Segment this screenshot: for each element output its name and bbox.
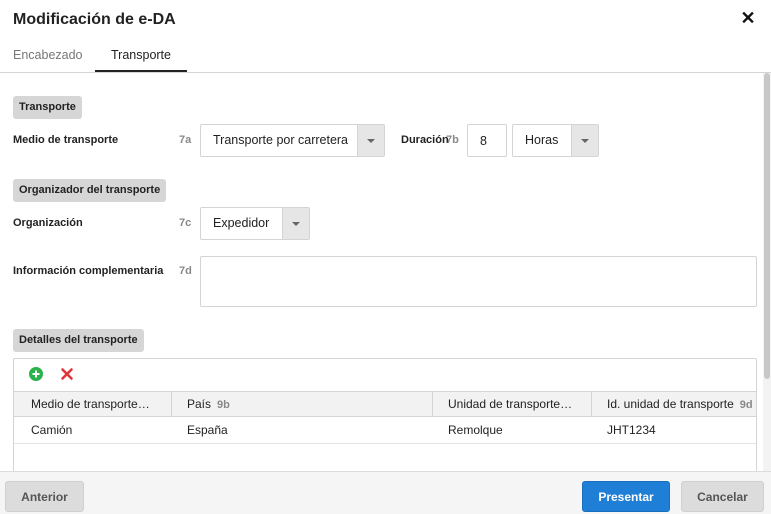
cell-id-unidad: JHT1234 [607, 423, 656, 437]
table-row[interactable]: Camión España Remolque JHT1234 [14, 417, 756, 444]
organizacion-label: Organización [13, 217, 83, 229]
duracion-input[interactable] [467, 124, 507, 157]
duracion-unit-dropdown-button[interactable] [571, 125, 598, 156]
organizacion-select[interactable]: Expedidor [200, 207, 310, 240]
medio-transporte-code: 7a [179, 134, 192, 146]
column-separator[interactable] [171, 392, 172, 416]
cell-medio: Camión [31, 423, 73, 437]
tab-encabezado[interactable]: Encabezado [0, 40, 99, 72]
organizacion-code: 7c [179, 217, 192, 229]
anterior-button[interactable]: Anterior [5, 481, 84, 512]
caret-down-icon [367, 139, 375, 143]
duracion-code: 7b [446, 134, 459, 146]
cell-unidad: Remolque [448, 423, 503, 437]
edit-eda-dialog: Modificación de e-DA ✕ Encabezado Transp… [0, 0, 771, 514]
info-complementaria-textarea[interactable] [200, 256, 757, 307]
dialog-title: Modificación de e-DA [13, 11, 176, 28]
dialog-content: Transporte Medio de transporte 7a Transp… [0, 73, 771, 471]
presentar-button[interactable]: Presentar [582, 481, 670, 512]
section-detalles: Detalles del transporte [13, 329, 144, 352]
cell-pais: España [187, 423, 228, 437]
caret-down-icon [292, 222, 300, 226]
caret-down-icon [581, 139, 589, 143]
duracion-unit-value: Horas [525, 133, 559, 147]
add-icon[interactable] [29, 367, 43, 381]
scrollbar-thumb[interactable] [764, 73, 770, 379]
medio-transporte-select[interactable]: Transporte por carretera [200, 124, 385, 157]
cancelar-button[interactable]: Cancelar [681, 481, 764, 512]
delete-icon[interactable] [60, 367, 74, 381]
grid-header: Medio de transporte… País 9b Unidad de tr… [14, 391, 756, 417]
column-header-medio[interactable]: Medio de transporte… [31, 392, 171, 416]
vertical-scrollbar[interactable] [763, 73, 771, 471]
medio-transporte-dropdown-button[interactable] [357, 125, 384, 156]
column-separator[interactable] [432, 392, 433, 416]
column-header-pais[interactable]: País 9b [187, 392, 431, 416]
tab-bar: Encabezado Transporte [0, 40, 771, 73]
duracion-label: Duración [401, 134, 449, 146]
transport-details-grid: Medio de transporte… País 9b Unidad de tr… [13, 358, 757, 471]
column-separator[interactable] [591, 392, 592, 416]
info-complementaria-code: 7d [179, 265, 192, 277]
grid-toolbar [14, 359, 756, 391]
info-complementaria-label: Información complementaria [13, 265, 164, 277]
organizacion-dropdown-button[interactable] [282, 208, 309, 239]
column-header-id-unidad[interactable]: Id. unidad de transporte 9d [607, 392, 756, 416]
medio-transporte-label: Medio de transporte [13, 134, 119, 146]
close-icon[interactable]: ✕ [739, 9, 757, 27]
duracion-unit-select[interactable]: Horas [512, 124, 599, 157]
tab-transporte[interactable]: Transporte [95, 40, 187, 72]
section-transporte: Transporte [13, 96, 82, 119]
section-organizador: Organizador del transporte [13, 179, 167, 202]
medio-transporte-value: Transporte por carretera [213, 133, 349, 147]
column-header-unidad[interactable]: Unidad de transporte… [448, 392, 590, 416]
organizacion-value: Expedidor [213, 216, 270, 230]
dialog-footer: Anterior Presentar Cancelar [0, 471, 771, 514]
